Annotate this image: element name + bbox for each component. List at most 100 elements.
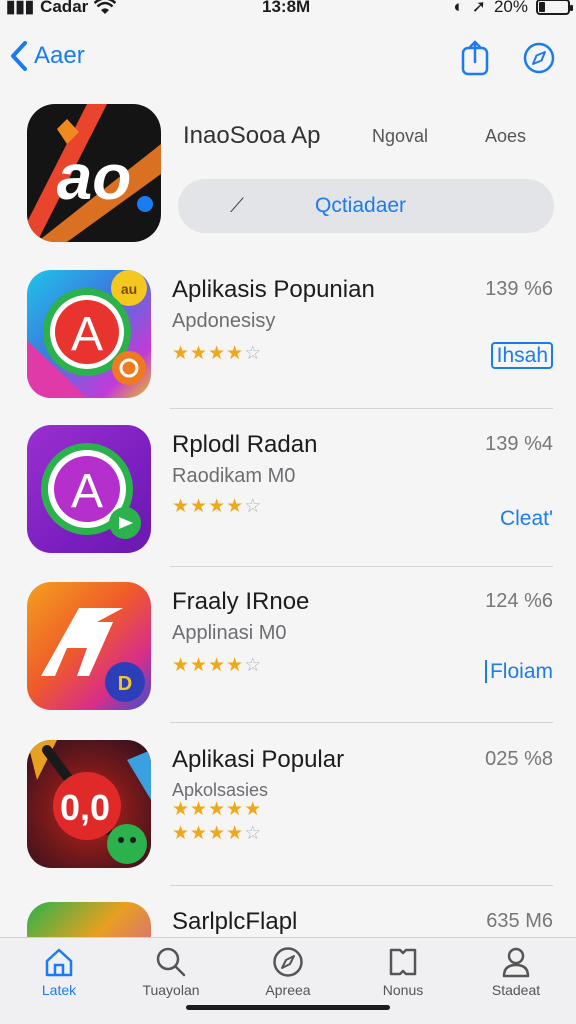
star-filled-icon: ★ — [172, 343, 191, 364]
star-empty-icon: ☆ — [244, 823, 263, 844]
person-icon — [502, 947, 530, 978]
star-filled-icon: ★ — [190, 343, 209, 364]
star-filled-icon: ★ — [208, 799, 227, 820]
tab-label: Apreea — [265, 982, 311, 998]
star-filled-icon: ★ — [208, 823, 227, 844]
star-rating-extra: ★★★★★ — [172, 798, 262, 821]
star-filled-icon: ★ — [172, 496, 191, 517]
back-label: Aaer — [34, 42, 85, 69]
star-empty-icon: ☆ — [244, 496, 263, 517]
star-filled-icon: ★ — [208, 655, 227, 676]
star-filled-icon: ★ — [208, 343, 227, 364]
tab-tuayolan[interactable]: Tuayolan — [126, 946, 216, 998]
featured-app-icon[interactable]: ao — [27, 104, 161, 242]
app-subtitle: Apdonesisy — [172, 310, 276, 332]
app-action-button[interactable]: Cleat' — [500, 507, 553, 531]
status-bar: ▮▮▮ Cadar 13:8M ◐ ➚ 20% — [0, 0, 576, 20]
app-icon-letter: A — [71, 308, 103, 361]
status-time: 13:8M — [262, 0, 311, 16]
app-action-button[interactable]: Ihsah — [490, 342, 553, 369]
app-badge-text: D — [118, 673, 132, 695]
star-rating: ★★★★☆ — [172, 495, 262, 518]
star-filled-icon: ★ — [226, 823, 245, 844]
wifi-icon — [94, 0, 117, 14]
list-item[interactable]: au A Aplikasis Popunian Apdonesisy 139 %… — [27, 270, 557, 410]
app-action-label: Floiam — [484, 660, 553, 683]
tab-bar: Latek Tuayolan Apreea Nonus Stadeat — [0, 937, 576, 1024]
row-divider — [170, 885, 553, 886]
list-item[interactable]: 0,0 Aplikasi Popular Apkolsasies 025 %8 … — [27, 740, 557, 880]
battery-icon — [536, 0, 573, 15]
nav-bar: Aaer — [0, 36, 576, 86]
app-badge-text: au — [121, 281, 137, 297]
app-icon: au A — [27, 270, 151, 398]
list-item[interactable]: A Rplodl Radan Raodikam M0 139 %4 ★★★★☆ … — [27, 425, 557, 565]
back-button[interactable]: Aaer — [10, 40, 85, 72]
book-icon — [389, 948, 417, 976]
row-divider — [170, 408, 553, 409]
featured-meta-2: Aoes — [485, 126, 527, 146]
app-icon: A — [27, 425, 151, 553]
star-filled-icon: ★ — [172, 823, 191, 844]
lock-rotation-icon: ◐ — [453, 0, 464, 16]
app-size: 635 M6 — [486, 910, 553, 932]
chevron-left-icon — [11, 41, 27, 71]
app-size: 025 %8 — [485, 748, 553, 770]
status-right-group: ◐ ➚ 20% — [453, 0, 573, 17]
row-divider — [170, 566, 553, 567]
featured-logo-graphic: ao — [27, 104, 161, 242]
cellular-signal-icon: ▮▮▮ — [6, 0, 35, 16]
star-filled-icon: ★ — [190, 496, 209, 517]
star-filled-icon: ★ — [226, 496, 245, 517]
tab-stadeat[interactable]: Stadeat — [471, 946, 561, 998]
app-name: Fraaly IRnoe — [172, 588, 310, 615]
carrier-name: Cadar — [40, 0, 89, 16]
battery-fill — [539, 2, 545, 12]
star-filled-icon: ★ — [244, 799, 263, 820]
battery-percent: 20% — [493, 0, 528, 16]
compass-icon — [523, 42, 555, 74]
app-action-label: Ihsah — [490, 342, 553, 369]
app-icon-letter: 0,0 — [60, 787, 110, 828]
carrier-group: ▮▮▮ Cadar — [6, 0, 117, 17]
featured-logo-text: ao — [57, 141, 132, 213]
app-subtitle: Applinasi M0 — [172, 622, 287, 644]
tab-nonus[interactable]: Nonus — [358, 946, 448, 998]
app-name: Rplodl Radan — [172, 431, 318, 458]
compass-icon — [273, 947, 303, 977]
featured-action-button[interactable]: ⟋ Qctiadaer — [178, 179, 554, 233]
app-name: Aplikasis Popunian — [172, 276, 375, 303]
star-filled-icon: ★ — [172, 799, 191, 820]
featured-app: ao InaoSooa Ap Ngoval Aoes ⟋ Qctiadaer — [27, 104, 557, 244]
star-empty-icon: ☆ — [244, 343, 263, 364]
app-subtitle: Raodikam M0 — [172, 465, 296, 487]
app-icon-graphic: au A — [27, 270, 147, 398]
app-icon-graphic: 0,0 — [27, 740, 151, 864]
app-icon-graphic: D — [41, 608, 145, 702]
home-icon — [45, 948, 73, 977]
app-icon: 0,0 — [27, 740, 151, 868]
featured-meta-1: Ngoval — [372, 126, 429, 146]
row-divider — [170, 722, 553, 723]
tab-latek[interactable]: Latek — [14, 946, 104, 998]
star-filled-icon: ★ — [226, 799, 245, 820]
list-item[interactable]: D Fraaly IRnoe Applinasi M0 124 %6 ★★★★☆… — [27, 582, 557, 722]
star-filled-icon: ★ — [226, 343, 245, 364]
search-icon — [156, 947, 186, 977]
star-filled-icon: ★ — [172, 655, 191, 676]
app-icon-letter: A — [71, 465, 103, 518]
nav-actions — [458, 38, 556, 78]
tab-apreea[interactable]: Apreea — [243, 946, 333, 998]
app-size: 139 %6 — [485, 278, 553, 300]
app-action-button[interactable]: Floiam — [484, 660, 553, 684]
tab-label: Tuayolan — [142, 982, 200, 998]
app-name: Aplikasi Popular — [172, 746, 345, 773]
app-icon: D — [27, 582, 151, 710]
share-button[interactable] — [458, 38, 492, 78]
tab-label: Stadeat — [491, 982, 541, 998]
app-size: 139 %4 — [485, 433, 553, 455]
compass-button[interactable] — [522, 38, 556, 78]
star-empty-icon: ☆ — [244, 655, 263, 676]
home-indicator — [186, 1005, 390, 1010]
app-icon-graphic: A — [41, 443, 141, 539]
